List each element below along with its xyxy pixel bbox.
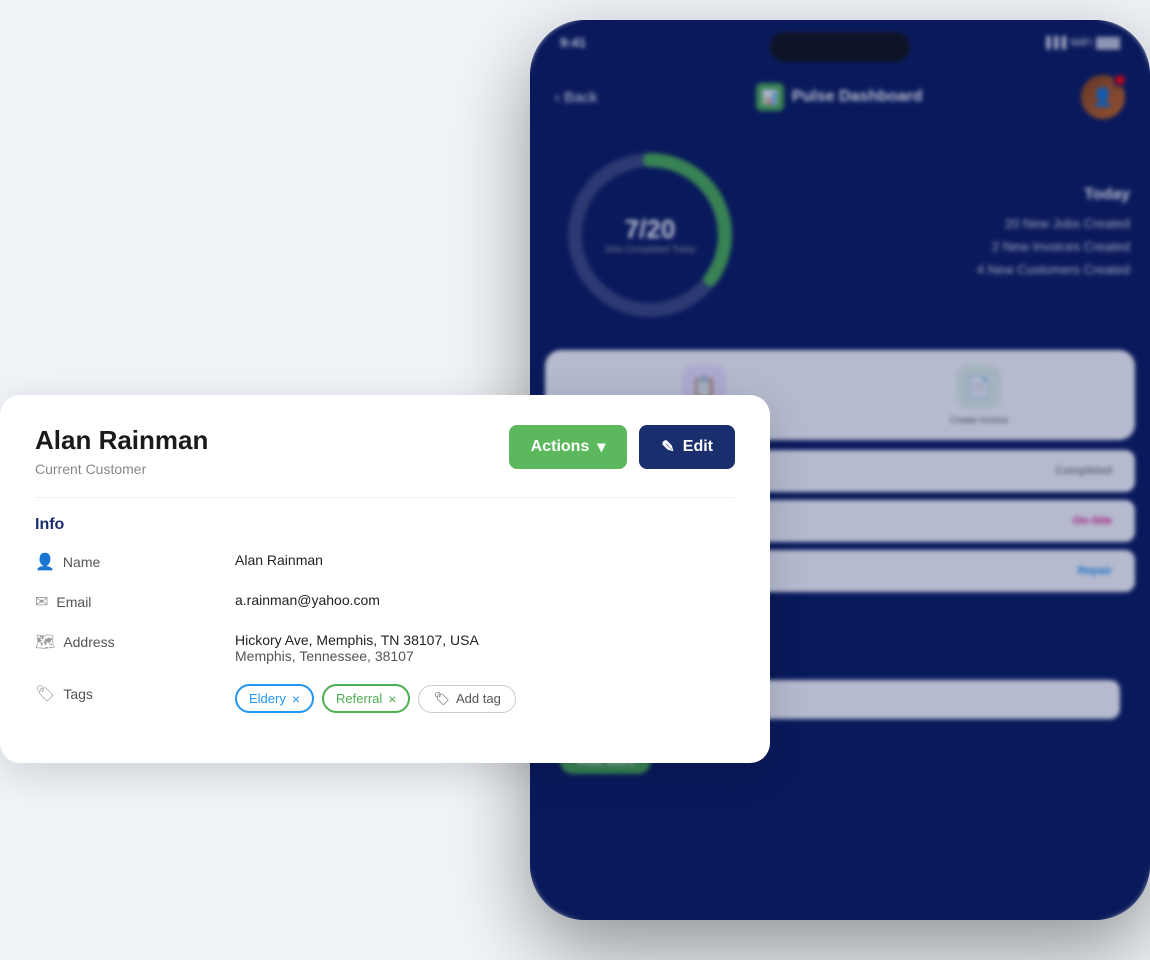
customer-type: Current Customer xyxy=(35,461,208,477)
add-tag-button[interactable]: 🏷 Add tag xyxy=(418,685,515,713)
info-section: Info 👤 Name Alan Rainman ✉ Email a.rainm… xyxy=(35,497,735,713)
tags-container: Eldery × Referral × 🏷 Add tag xyxy=(235,684,516,713)
tags-row: 🏷 Tags Eldery × Referral × 🏷 Add tag xyxy=(35,684,735,713)
chevron-down-icon: ▾ xyxy=(597,437,605,457)
tag-referral-remove[interactable]: × xyxy=(388,692,396,706)
tag-icon: 🏷 xyxy=(35,684,55,704)
card-header: Alan Rainman Current Customer Actions ▾ … xyxy=(35,425,735,477)
name-label: 👤 Name xyxy=(35,552,235,572)
info-section-title: Info xyxy=(35,516,735,534)
address-value: Hickory Ave, Memphis, TN 38107, USA Memp… xyxy=(235,632,479,664)
tag-referral: Referral × xyxy=(322,684,410,713)
tag-eldery: Eldery × xyxy=(235,684,314,713)
email-icon: ✉ xyxy=(35,592,48,612)
tag-eldery-remove[interactable]: × xyxy=(292,692,300,706)
address-label: 🗺 Address xyxy=(35,632,235,652)
edit-icon: ✎ xyxy=(661,437,674,457)
name-row: 👤 Name Alan Rainman xyxy=(35,552,735,572)
customer-name: Alan Rainman xyxy=(35,425,208,456)
map-icon: 🗺 xyxy=(35,632,55,652)
person-icon: 👤 xyxy=(35,552,55,572)
edit-button[interactable]: ✎ Edit xyxy=(639,425,735,469)
actions-button[interactable]: Actions ▾ xyxy=(509,425,628,469)
email-label: ✉ Email xyxy=(35,592,235,612)
email-row: ✉ Email a.rainman@yahoo.com xyxy=(35,592,735,612)
tags-label: 🏷 Tags xyxy=(35,684,235,704)
customer-card: Alan Rainman Current Customer Actions ▾ … xyxy=(0,395,770,763)
tag-plus-icon: 🏷 xyxy=(433,691,450,707)
card-actions: Actions ▾ ✎ Edit xyxy=(509,425,735,469)
address-row: 🗺 Address Hickory Ave, Memphis, TN 38107… xyxy=(35,632,735,664)
name-value: Alan Rainman xyxy=(235,552,735,568)
email-value: a.rainman@yahoo.com xyxy=(235,592,735,608)
customer-info-header: Alan Rainman Current Customer xyxy=(35,425,208,477)
